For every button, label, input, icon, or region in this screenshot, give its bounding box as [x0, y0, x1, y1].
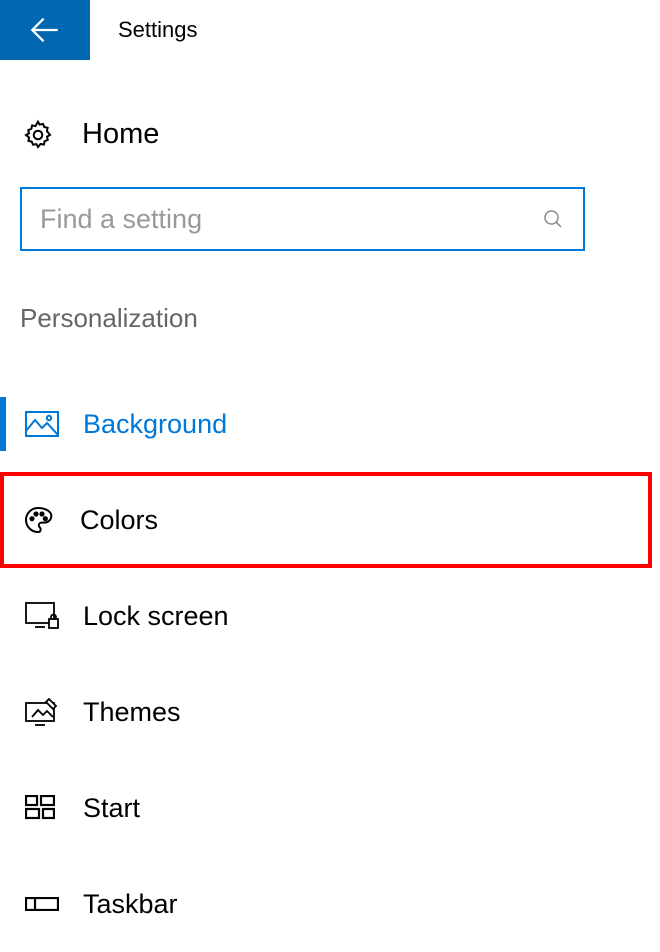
picture-icon	[25, 411, 59, 437]
home-label: Home	[82, 118, 159, 151]
nav-item-lock-screen[interactable]: Lock screen	[0, 568, 660, 664]
nav-label-themes: Themes	[83, 697, 181, 728]
section-header: Personalization	[20, 303, 660, 334]
nav-label-taskbar: Taskbar	[83, 889, 178, 920]
lock-screen-icon	[25, 602, 59, 630]
search-box[interactable]	[20, 187, 585, 251]
arrow-left-icon	[28, 13, 62, 47]
nav-item-taskbar[interactable]: Taskbar	[0, 856, 660, 952]
taskbar-icon	[25, 897, 59, 911]
nav-label-lock-screen: Lock screen	[83, 601, 229, 632]
themes-icon	[25, 698, 59, 726]
nav-item-colors[interactable]: Colors	[0, 472, 652, 568]
nav-item-start[interactable]: Start	[0, 760, 660, 856]
gear-icon	[22, 119, 54, 151]
title-bar: Settings	[0, 0, 660, 60]
search-input[interactable]	[40, 204, 541, 235]
nav-item-themes[interactable]: Themes	[0, 664, 660, 760]
nav-item-background[interactable]: Background	[0, 376, 660, 472]
nav-list: Background Colors	[0, 376, 660, 952]
nav-label-colors: Colors	[80, 505, 158, 536]
home-button[interactable]: Home	[0, 100, 660, 169]
back-button[interactable]	[0, 0, 90, 60]
search-icon	[541, 207, 565, 231]
palette-icon	[22, 504, 54, 536]
window-title: Settings	[118, 17, 198, 43]
nav-label-background: Background	[83, 409, 227, 440]
nav-label-start: Start	[83, 793, 140, 824]
start-tiles-icon	[25, 795, 55, 821]
